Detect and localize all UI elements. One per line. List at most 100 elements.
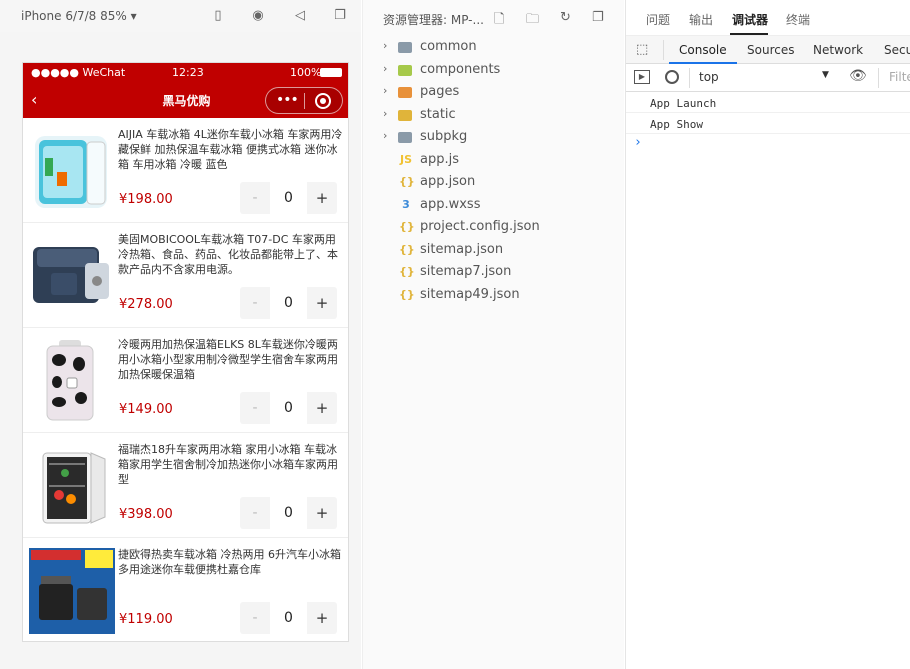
clear-console-icon[interactable] [665,70,679,84]
tree-label: components [420,62,501,77]
decrement-button[interactable]: - [240,497,270,529]
inspect-element-icon[interactable]: ⬚ [636,42,648,57]
product-image-white-open-fridge[interactable] [29,443,115,529]
more-button[interactable]: ••• [276,92,299,108]
tree-label: pages [420,84,460,99]
tab-sources[interactable]: Sources [747,43,794,57]
increment-button[interactable]: + [307,602,337,634]
product-image-dark-cooler-box[interactable] [29,233,115,319]
increment-button[interactable]: + [307,287,337,319]
tree-label: sitemap49.json [420,287,520,302]
console-prompt[interactable]: › [626,134,910,154]
product-image-cow-pattern-fridge[interactable] [29,338,115,424]
product-name: 福瑞杰18升车家两用冰箱 家用小冰箱 车载冰箱家用学生宿舍制冷加热迷你小冰箱车家… [118,443,338,486]
tree-folder-components[interactable]: › components [363,60,625,82]
list-item[interactable]: 冷暖两用加热保温箱ELKS 8L车载迷你冷暖两用小冰箱小型家用制冷微型学生宿舍车… [23,328,348,433]
divider [878,68,879,88]
record-icon[interactable]: ◉ [250,8,266,24]
tree-folder-common[interactable]: › common [363,37,625,59]
tree-folder-pages[interactable]: › pages [363,82,625,104]
collapse-icon[interactable]: ❐ [592,10,604,25]
quantity-stepper: - 0 + [240,287,337,319]
list-item[interactable]: 美固MOBICOOL车载冰箱 T07-DC 车家两用 冷热箱、食品、药品、化妆品… [23,223,348,328]
device-selector[interactable]: iPhone 6/7/8 85% ▾ [21,9,137,23]
close-mini-program-icon[interactable] [315,93,331,109]
increment-button[interactable]: + [307,497,337,529]
divider [689,68,690,88]
tree-file-sitemap7[interactable]: {} sitemap7.json [363,262,625,284]
increment-button[interactable]: + [307,182,337,214]
devtools-panel: 问题 输出 调试器 终端 ⬚ Console Sources Network S… [625,0,910,669]
quantity-value[interactable]: 0 [270,182,307,214]
quantity-value[interactable]: 0 [270,392,307,424]
decrement-button[interactable]: - [240,182,270,214]
tree-label: app.json [420,174,476,189]
new-folder-icon[interactable]: 🗀 [526,10,539,32]
product-price: ¥198.00 [119,192,173,207]
decrement-button[interactable]: - [240,392,270,424]
list-item[interactable]: 捷欧得热卖车载冰箱 冷热两用 6升汽车小冰箱 多用途迷你车载便携杜嘉仓库 ¥11… [23,538,348,641]
context-selector[interactable]: top [699,70,719,84]
chevron-right-icon: › [383,62,388,75]
tree-file-app-json[interactable]: {} app.json [363,172,625,194]
volume-icon[interactable]: ◁ [292,8,308,24]
product-image-cyan-mini-fridge[interactable] [29,128,115,214]
tree-label: subpkg [420,129,468,144]
refresh-icon[interactable]: ↻ [560,10,571,25]
quantity-value[interactable]: 0 [270,497,307,529]
tab-terminal[interactable]: 终端 [786,11,810,28]
log-text: App Launch [650,97,717,110]
list-item[interactable]: 福瑞杰18升车家两用冰箱 家用小冰箱 车载冰箱家用学生宿舍制冷加热迷你小冰箱车家… [23,433,348,538]
product-name: AIJIA 车载冰箱 4L迷你车载小冰箱 车家两用冷藏保鲜 加热保温车载冰箱 便… [118,128,343,171]
quantity-value[interactable]: 0 [270,602,307,634]
tab-security[interactable]: Secu [884,43,910,57]
folder-icon [398,42,412,53]
list-item[interactable]: AIJIA 车载冰箱 4L迷你车载小冰箱 车家两用冷藏保鲜 加热保温车载冰箱 便… [23,118,348,223]
goods-list: AIJIA 车载冰箱 4L迷你车载小冰箱 车家两用冷藏保鲜 加热保温车载冰箱 便… [23,118,348,641]
tree-folder-static[interactable]: › static [363,105,625,127]
tree-file-app-wxss[interactable]: 3 app.wxss [363,195,625,217]
tab-network[interactable]: Network [813,43,863,57]
decrement-button[interactable]: - [240,602,270,634]
increment-button[interactable]: + [307,392,337,424]
product-price: ¥119.00 [119,612,173,627]
tree-folder-subpkg[interactable]: › subpkg [363,127,625,149]
tree-label: sitemap7.json [420,264,512,279]
product-image-blue-box-fridge[interactable] [29,548,115,634]
json-file-icon: {} [399,243,415,256]
product-price: ¥149.00 [119,402,173,417]
simulator-panel: iPhone 6/7/8 85% ▾ ▯ ◉ ◁ ❐ ●●●●● WeChat … [0,0,361,669]
quantity-stepper: - 0 + [240,497,337,529]
eye-icon[interactable]: 👁 [849,68,867,84]
tab-problems[interactable]: 问题 [646,11,670,28]
status-bar: ●●●●● WeChat 12:23 100% [23,63,348,83]
phone-screen: ●●●●● WeChat 12:23 100% ‹ 黑马优购 ••• AIJIA… [22,62,349,642]
window-icon[interactable]: ❐ [332,8,348,24]
tab-debugger[interactable]: 调试器 [732,11,768,28]
tab-output[interactable]: 输出 [689,11,713,28]
nav-bar: ‹ 黑马优购 ••• [23,83,348,118]
chevron-right-icon: › [383,129,388,142]
tree-label: app.wxss [420,197,481,212]
quantity-value[interactable]: 0 [270,287,307,319]
tree-file-sitemap[interactable]: {} sitemap.json [363,240,625,262]
sidebar-toggle-icon[interactable]: ▶ [634,70,650,84]
explorer-header: 资源管理器: MP-... 🗋 🗀 ↻ ❐ [363,0,625,36]
product-name: 捷欧得热卖车载冰箱 冷热两用 6升汽车小冰箱 多用途迷你车载便携杜嘉仓库 [118,548,341,576]
json-file-icon: {} [399,265,415,278]
decrement-button[interactable]: - [240,287,270,319]
new-file-icon[interactable]: 🗋 [494,10,504,32]
tree-file-project-config[interactable]: {} project.config.json [363,217,625,239]
chevron-right-icon: › [383,84,388,97]
tree-label: common [420,39,477,54]
chevron-down-icon[interactable]: ▼ [822,70,829,80]
quantity-stepper: - 0 + [240,392,337,424]
tree-file-app-js[interactable]: JS app.js [363,150,625,172]
tab-console[interactable]: Console [679,43,727,57]
tree-file-sitemap49[interactable]: {} sitemap49.json [363,285,625,307]
filter-input[interactable]: Filte [889,70,910,84]
js-file-icon: JS [399,153,412,166]
phone-icon[interactable]: ▯ [210,8,226,24]
json-file-icon: {} [399,175,415,188]
console-log-line: App Show [626,114,910,134]
